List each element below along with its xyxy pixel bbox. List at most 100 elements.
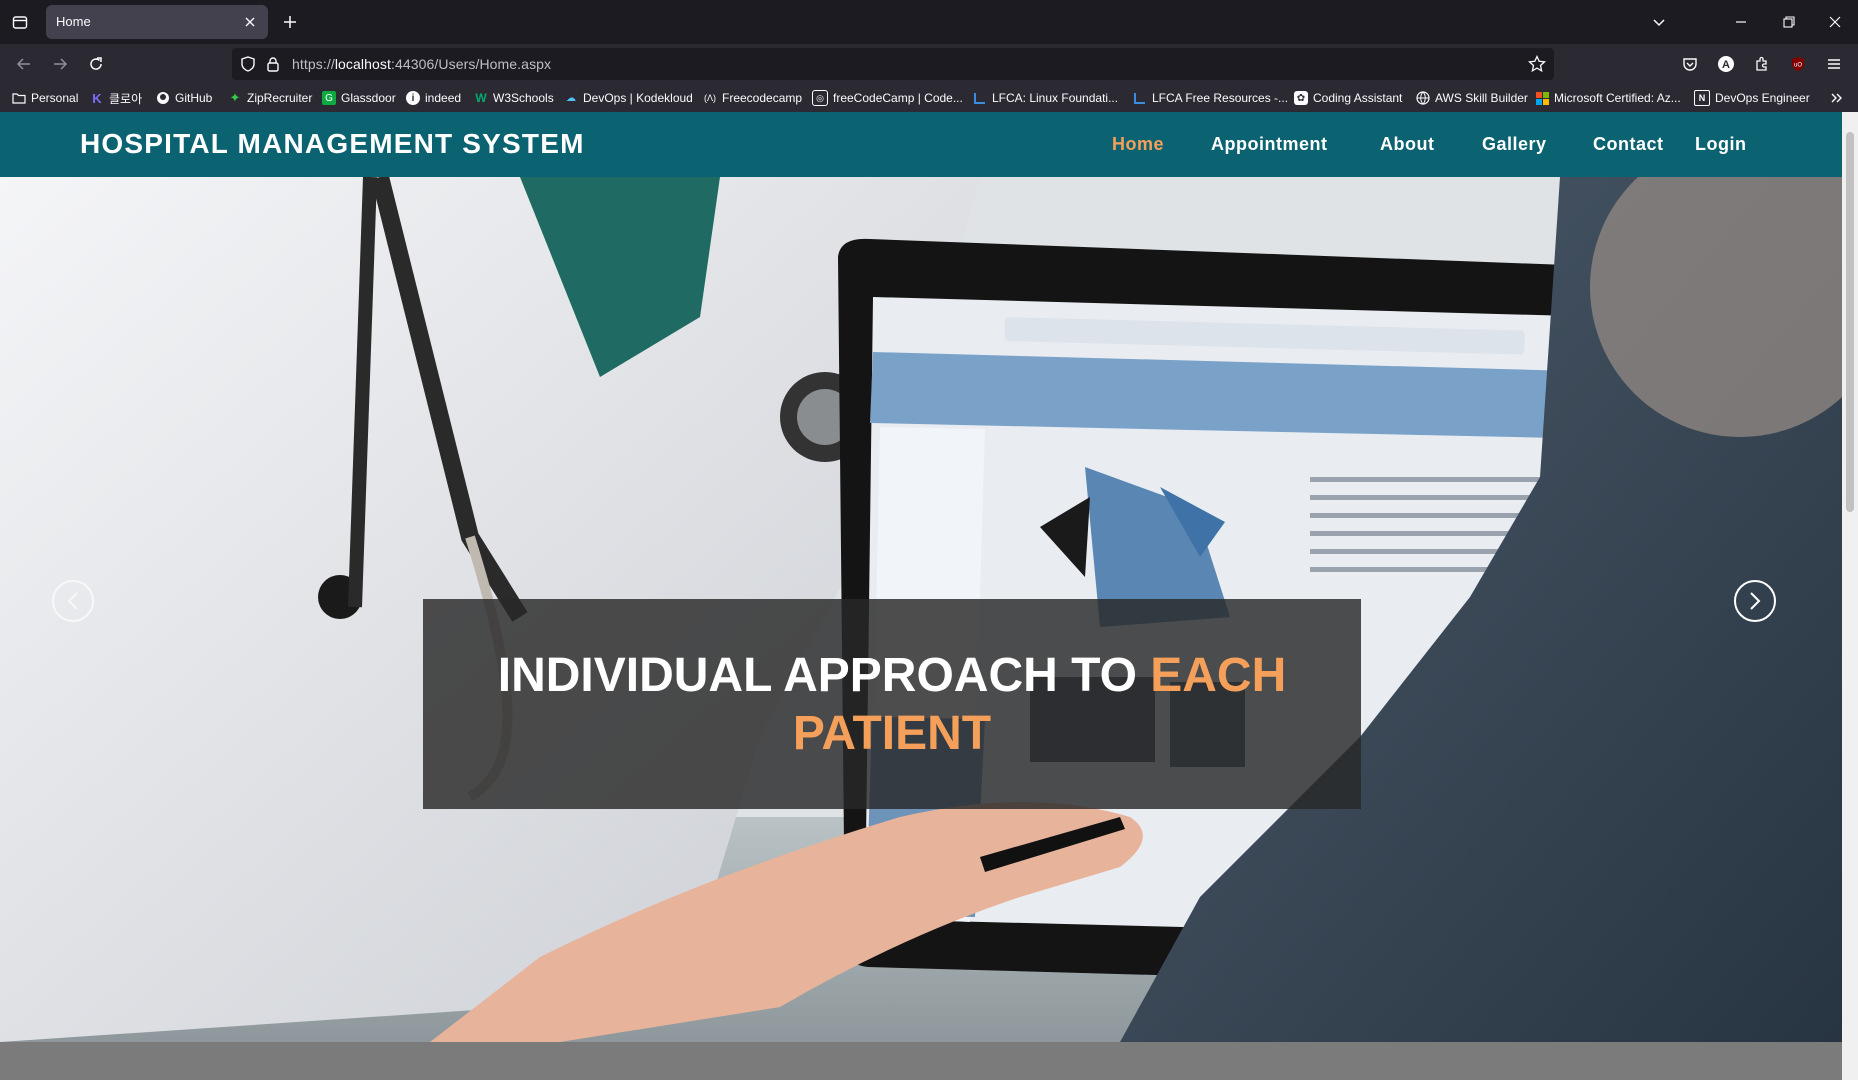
hero-carousel: INDIVIDUAL APPROACH TO EACH PATIENT — [0, 177, 1842, 1042]
openai-icon: ✿ — [1294, 91, 1308, 105]
address-bar[interactable]: https://localhost:44306/Users/Home.aspx — [232, 48, 1554, 80]
shield-icon[interactable] — [240, 56, 256, 77]
carousel-prev-button[interactable] — [52, 580, 94, 622]
reload-icon[interactable] — [84, 52, 108, 76]
web-page: HOSPITAL MANAGEMENT SYSTEM Home Appointm… — [0, 112, 1842, 1080]
menu-about[interactable]: About — [1380, 134, 1434, 155]
window-close-icon[interactable] — [1812, 0, 1858, 44]
tab-strip: Home — [0, 0, 1858, 44]
extensions-icon[interactable] — [1750, 52, 1774, 76]
bookmark-label: GitHub — [175, 91, 213, 105]
url-text[interactable]: https://localhost:44306/Users/Home.aspx — [292, 56, 551, 72]
bookmark-label: LFCA Free Resources -... — [1152, 91, 1289, 105]
bookmark-label: indeed — [425, 91, 462, 105]
k-icon: K — [92, 90, 102, 106]
bookmark-personal[interactable]: Personal — [12, 89, 78, 107]
menu-contact[interactable]: Contact — [1593, 134, 1664, 155]
bookmark-glassdoor[interactable]: G Glassdoor — [322, 89, 396, 107]
bookmark-label: AWS Skill Builder — [1435, 91, 1528, 105]
tab-title: Home — [56, 14, 91, 29]
menu-login[interactable]: Login — [1695, 134, 1746, 155]
page-section-divider — [0, 1042, 1842, 1080]
menu-icon[interactable] — [1822, 52, 1846, 76]
menu-appointment[interactable]: Appointment — [1211, 134, 1327, 155]
bookmark-ziprecruiter[interactable]: ✦ ZipRecruiter — [228, 89, 313, 107]
bookmark-freecodecamp[interactable]: (Λ) Freecodecamp — [703, 89, 802, 107]
bookmark-label: Glassdoor — [341, 91, 396, 105]
site-brand[interactable]: HOSPITAL MANAGEMENT SYSTEM — [80, 128, 585, 160]
minimize-icon[interactable] — [1718, 0, 1764, 44]
site-header: HOSPITAL MANAGEMENT SYSTEM Home Appointm… — [0, 112, 1842, 177]
browser-tab[interactable]: Home — [46, 5, 268, 39]
page-scrollbar[interactable] — [1842, 112, 1858, 1080]
bookmark-label: Coding Assistant — [1313, 91, 1403, 105]
scrollbar-thumb[interactable] — [1846, 132, 1854, 512]
bookmark-label: DevOps | Kodekloud — [583, 91, 693, 105]
account-icon[interactable]: A — [1714, 52, 1738, 76]
restore-icon[interactable] — [1766, 0, 1812, 44]
navigation-toolbar: https://localhost:44306/Users/Home.aspx … — [0, 44, 1858, 84]
bookmark-indeed[interactable]: i indeed — [406, 89, 461, 107]
lock-icon[interactable] — [266, 56, 280, 77]
hero-caption: INDIVIDUAL APPROACH TO EACH PATIENT — [423, 599, 1361, 809]
url-prefix: https:// — [292, 56, 335, 72]
close-icon[interactable] — [240, 12, 260, 32]
caption-orange-line2: PATIENT — [792, 707, 992, 760]
pocket-icon[interactable] — [1678, 52, 1702, 76]
caption-orange: EACH — [1150, 649, 1287, 702]
indeed-icon: i — [406, 91, 420, 105]
menu-gallery[interactable]: Gallery — [1482, 134, 1547, 155]
more-bookmarks-icon[interactable] — [1830, 89, 1844, 107]
bookmarks-toolbar: Personal K 클로아 GitHub ✦ ZipRecruiter G G… — [0, 84, 1858, 113]
github-icon — [156, 91, 170, 105]
bookmark-github[interactable]: GitHub — [156, 89, 212, 107]
kodekloud-icon: ☁ — [566, 92, 576, 104]
bookmark-label: ZipRecruiter — [247, 91, 313, 105]
back-icon[interactable] — [12, 52, 36, 76]
w3schools-icon: W — [475, 91, 487, 105]
bookmark-label: DevOps Engineer — [1715, 91, 1810, 105]
chevron-down-icon[interactable] — [1636, 0, 1682, 44]
caption-text: INDIVIDUAL APPROACH TO EACH PATIENT — [423, 647, 1361, 763]
bookmark-freecodecamp-code[interactable]: ◎ freeCodeCamp | Code... — [812, 89, 963, 107]
notion-icon: N — [1694, 90, 1710, 106]
freecodecamp-icon: (Λ) — [703, 93, 716, 103]
microsoft-icon — [1535, 91, 1549, 105]
ziprecruiter-icon: ✦ — [229, 90, 241, 105]
url-path: :44306/Users/Home.aspx — [390, 56, 552, 72]
bookmark-label: LFCA: Linux Foundati... — [992, 91, 1119, 105]
bookmark-k[interactable]: K 클로아 — [90, 89, 142, 107]
svg-text:uO: uO — [1794, 63, 1802, 69]
bookmark-devops-engineer[interactable]: N DevOps Engineer — [1694, 89, 1810, 107]
plus-icon[interactable] — [280, 12, 300, 32]
bookmark-label: freeCodeCamp | Code... — [833, 91, 963, 105]
chevron-left-icon — [67, 592, 78, 610]
bookmark-aws[interactable]: AWS Skill Builder — [1416, 89, 1528, 107]
ublock-icon[interactable]: uO — [1786, 52, 1810, 76]
bookmark-kodekloud[interactable]: ☁ DevOps | Kodekloud — [564, 89, 693, 107]
bookmark-lfca[interactable]: LFCA: Linux Foundati... — [973, 89, 1118, 107]
lf-icon — [973, 91, 987, 105]
bookmark-star-icon[interactable] — [1527, 54, 1547, 78]
bookmark-lfca-resources[interactable]: LFCA Free Resources -... — [1133, 89, 1288, 107]
tab-list-icon[interactable] — [10, 12, 30, 32]
bookmark-label: Personal — [31, 91, 79, 105]
freecodecamp-icon: ◎ — [812, 90, 828, 106]
svg-text:A: A — [1722, 59, 1730, 71]
bookmark-label: Microsoft Certified: Az... — [1554, 91, 1681, 105]
bookmark-label: 클로아 — [109, 91, 143, 106]
folder-icon — [12, 91, 26, 105]
url-host: localhost — [334, 56, 391, 72]
bookmark-microsoft[interactable]: Microsoft Certified: Az... — [1535, 89, 1681, 107]
chevron-right-icon — [1750, 592, 1761, 610]
carousel-next-button[interactable] — [1734, 580, 1776, 622]
bookmark-coding-assistant[interactable]: ✿ Coding Assistant — [1294, 89, 1402, 107]
bookmark-w3schools[interactable]: W W3Schools — [474, 89, 554, 107]
menu-home[interactable]: Home — [1112, 134, 1164, 155]
lf-icon — [1133, 91, 1147, 105]
forward-icon[interactable] — [48, 52, 72, 76]
globe-icon — [1416, 91, 1430, 105]
caption-white: INDIVIDUAL APPROACH TO — [497, 649, 1151, 702]
bookmark-label: W3Schools — [493, 91, 554, 105]
bookmark-label: Freecodecamp — [722, 91, 803, 105]
